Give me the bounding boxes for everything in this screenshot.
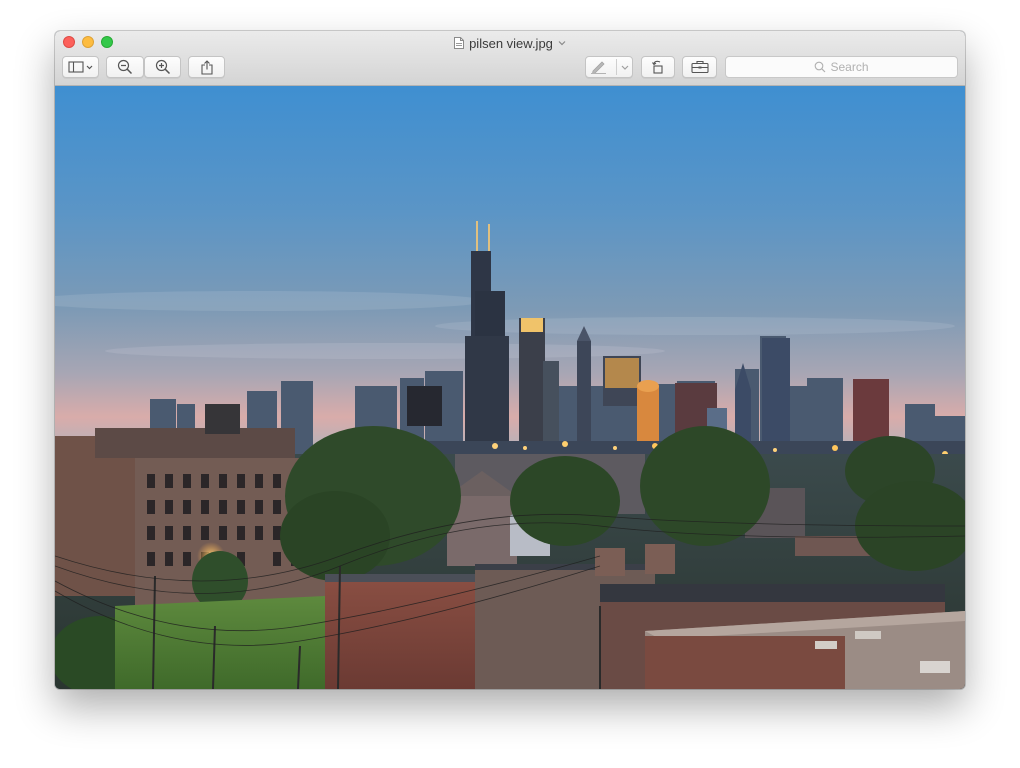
rotate-button[interactable] <box>641 56 675 78</box>
zoom-in-button[interactable] <box>144 56 181 78</box>
toolbox-icon <box>690 60 709 74</box>
zoom-window-button[interactable] <box>101 36 113 48</box>
preview-window: pilsen view.jpg Search <box>55 31 965 689</box>
search-placeholder: Search <box>830 60 869 74</box>
markup-button[interactable] <box>585 56 633 78</box>
skyline-photo <box>55 86 965 689</box>
window-title-text[interactable]: pilsen view.jpg <box>469 36 553 51</box>
search-field[interactable]: Search <box>725 56 958 78</box>
search-icon <box>815 61 826 73</box>
close-window-button[interactable] <box>63 36 75 48</box>
window-title: pilsen view.jpg <box>55 34 965 52</box>
chevron-down-icon[interactable] <box>620 64 630 72</box>
sidebar-view-button[interactable] <box>62 56 99 78</box>
title-toolbar: pilsen view.jpg Search <box>55 31 965 86</box>
rotate-left-icon <box>652 60 663 74</box>
zoom-out-button[interactable] <box>106 56 144 78</box>
zoom-in-icon <box>155 59 170 75</box>
sidebar-icon <box>67 61 92 73</box>
zoom-out-icon <box>117 59 133 75</box>
grass-lot <box>115 596 335 689</box>
share-button[interactable] <box>188 56 225 78</box>
share-icon <box>200 59 213 75</box>
split-divider <box>616 59 617 75</box>
pen-markup-icon <box>591 61 606 74</box>
markup-toolbox-button[interactable] <box>682 56 717 78</box>
minimize-window-button[interactable] <box>82 36 94 48</box>
chevron-down-icon[interactable] <box>558 40 566 46</box>
jpeg-document-icon <box>454 37 465 49</box>
